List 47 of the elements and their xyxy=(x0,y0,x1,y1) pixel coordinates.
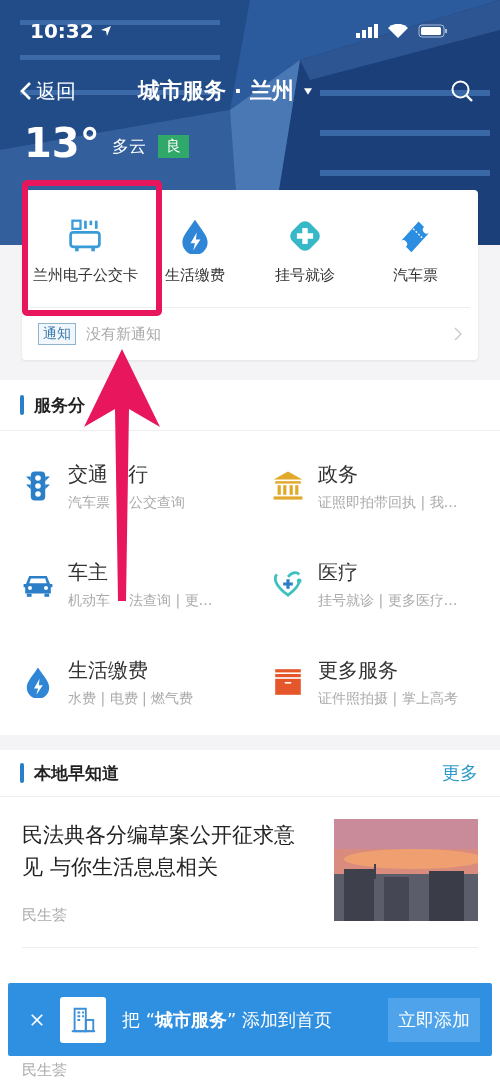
service-name[interactable]: 医疗 xyxy=(318,558,358,586)
chevron-right-icon xyxy=(454,327,462,341)
notice-tag: 通知 xyxy=(38,323,76,345)
article-source: 民生荟 xyxy=(22,906,68,925)
signal-icon xyxy=(356,24,378,38)
shortcut-button[interactable]: 生活缴费 xyxy=(140,190,250,307)
shortcut-button[interactable]: 兰州电子公交卡 xyxy=(30,190,140,307)
temperature: 13° xyxy=(24,120,100,166)
back-chevron-icon xyxy=(20,81,32,101)
service-name[interactable]: 行 xyxy=(128,460,148,488)
shortcut-button[interactable]: 汽车票 xyxy=(360,190,470,307)
building-icon xyxy=(60,996,106,1043)
back-button[interactable]: 返回 xyxy=(20,77,76,105)
banner-text: 把 “城市服务” 添加到首页 xyxy=(122,1007,333,1032)
location-arrow-icon xyxy=(99,25,112,37)
section-title: 本地早知道 xyxy=(34,761,119,785)
article-title[interactable]: 民法典各分编草案公开征求意见 与你生活息息相关 xyxy=(22,819,314,883)
status-time: 10:32 xyxy=(30,19,94,43)
service-detail: 证照即拍带回执 | 我… xyxy=(318,493,458,512)
city-title-dropdown[interactable]: 城市服务 · 兰州 xyxy=(138,76,312,106)
bank-building-icon xyxy=(272,470,304,502)
battery-icon xyxy=(418,24,448,38)
section-title: 服务分 xyxy=(34,393,85,417)
weather-condition: 多云 xyxy=(111,134,146,158)
stethoscope-icon xyxy=(272,568,304,600)
shortcut-button[interactable]: 挂号就诊 xyxy=(250,190,360,307)
close-icon[interactable] xyxy=(30,1012,44,1027)
service-name[interactable]: 更多服务 xyxy=(318,656,398,684)
wifi-icon xyxy=(388,24,408,38)
bus-card-icon xyxy=(67,218,103,254)
service-name[interactable]: 交通 xyxy=(68,460,108,488)
service-detail: 法查询 | 更… xyxy=(129,591,213,610)
search-icon[interactable] xyxy=(450,79,474,103)
service-detail: 挂号就诊 | 更多医疗… xyxy=(318,591,458,610)
service-detail: 证件照拍摄 | 掌上高考 xyxy=(318,689,458,708)
notice-row[interactable]: 通知 没有新通知 xyxy=(22,308,478,360)
notice-text: 没有新通知 xyxy=(86,324,161,344)
service-name[interactable]: 政务 xyxy=(318,460,358,488)
service-detail: 机动车 xyxy=(68,591,110,610)
service-name[interactable]: 生活缴费 xyxy=(68,656,148,684)
service-detail: 汽车票 xyxy=(68,493,110,512)
box-icon xyxy=(272,666,304,698)
service-name[interactable]: 车主 xyxy=(68,558,108,586)
article-source: 民生荟 xyxy=(22,1061,68,1079)
service-detail: 公交查询 xyxy=(129,493,185,512)
service-detail: 水费 | 电费 | 燃气费 xyxy=(68,689,194,708)
dropdown-triangle-icon xyxy=(303,87,312,95)
